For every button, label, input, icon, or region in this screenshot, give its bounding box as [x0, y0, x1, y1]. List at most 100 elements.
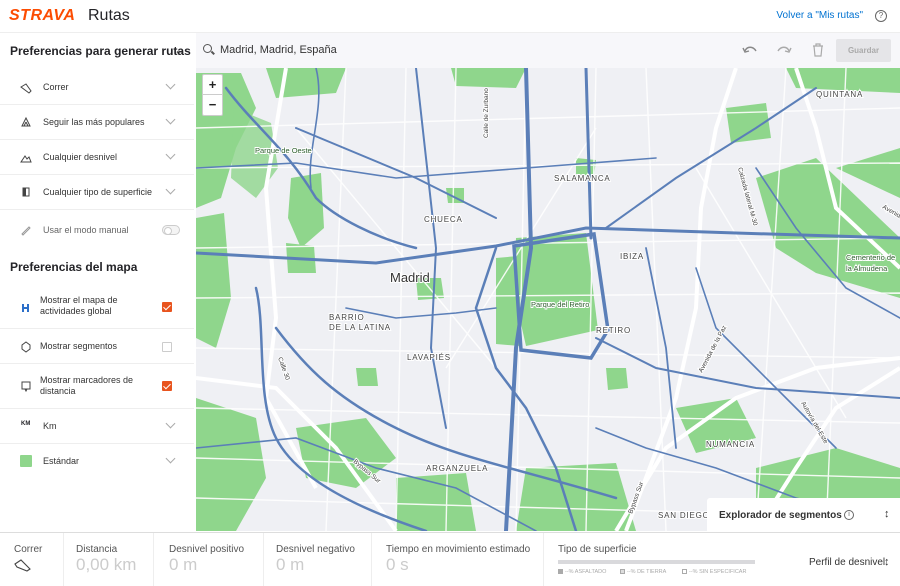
stat-value: 0,00 km: [76, 555, 137, 574]
search-bar: Madrid, Madrid, España Guardar: [196, 33, 900, 68]
map-canvas[interactable]: Madrid Parque de Oeste SALAMANCA CHUECA IBIZ…: [196, 68, 900, 531]
elevation-icon: [20, 155, 32, 163]
map-label: BARRIO: [329, 313, 364, 322]
map-style-icon: [20, 455, 32, 467]
zoom-in-button[interactable]: +: [203, 75, 222, 95]
map-label: Parque del Retiro: [531, 300, 589, 309]
shoe-icon: [14, 559, 31, 572]
surface-legend-paved: --% ASFALTADO: [558, 569, 606, 575]
route-pref-label: Cualquier tipo de superficie: [43, 187, 153, 197]
stat-value: 0 m: [169, 555, 198, 574]
chevron-down-icon: [165, 114, 176, 125]
map-label: Madrid: [390, 270, 430, 285]
elevation-profile-toggle[interactable]: Perfil de desnivel: [809, 557, 885, 568]
map-label: Parque de Oeste: [255, 146, 312, 155]
map-pref-label: Mostrar marcadores de distancia: [40, 375, 134, 396]
activity-type-stat[interactable]: Correr: [14, 533, 64, 586]
route-pref-popularity[interactable]: Seguir las más populares: [0, 105, 194, 140]
heat-icon: [21, 116, 31, 127]
manual-mode-label: Usar el modo manual: [43, 225, 129, 235]
map-label: SAN DIEGO: [658, 511, 710, 520]
chevron-down-icon: [165, 184, 176, 195]
surface-type-stat: Tipo de superficie --% ASFALTADO --% DE …: [558, 533, 758, 586]
route-preferences-title: Preferencias para generar rutas: [10, 44, 191, 58]
help-icon[interactable]: ?: [875, 10, 887, 22]
map-label: ARGANZUELA: [426, 464, 488, 473]
map-label: SALAMANCA: [554, 174, 611, 183]
search-input[interactable]: Madrid, Madrid, España: [220, 44, 337, 56]
segment-icon: [21, 341, 31, 353]
distance-stat: Distancia 0,00 km: [76, 533, 154, 586]
marker-icon: [21, 381, 31, 392]
stat-label: Tiempo en movimiento estimado: [386, 544, 531, 555]
route-pref-activity[interactable]: Correr: [0, 70, 194, 105]
trash-icon[interactable]: [811, 42, 825, 57]
stat-label: Distancia: [76, 544, 118, 555]
map-label: la Almudena: [846, 264, 888, 273]
manual-mode-row: Usar el modo manual: [0, 210, 194, 250]
map-label: Avenida: [881, 204, 900, 222]
chevron-down-icon: [165, 418, 176, 429]
map-pref-label: Mostrar el mapa de actividades global: [40, 295, 118, 316]
chevron-down-icon: [165, 149, 176, 160]
pencil-icon: [21, 226, 31, 236]
collapse-sidebar-arrow-icon[interactable]: ←: [174, 43, 186, 57]
stat-value: 0 m: [276, 555, 305, 574]
map-pref-label: Mostrar segmentos: [40, 341, 118, 351]
back-to-my-routes-link[interactable]: Volver a "Mis rutas": [776, 10, 863, 21]
route-pref-elevation[interactable]: Cualquier desnivel: [0, 140, 194, 175]
map-pref-segments[interactable]: Mostrar segmentos: [0, 329, 194, 364]
map-label: Calle 30: [276, 356, 291, 381]
surface-bar: [558, 560, 755, 564]
segment-explorer-label: Explorador de segmentos: [719, 510, 842, 521]
search-icon: [203, 44, 212, 53]
map-pref-distance-markers[interactable]: Mostrar marcadores de distancia: [0, 364, 194, 409]
segment-explorer-panel[interactable]: Explorador de segmentos i ↕: [707, 498, 900, 532]
map-label: IBIZA: [620, 252, 644, 261]
heatmap-icon: [22, 304, 29, 312]
expand-collapse-icon[interactable]: ↕: [884, 508, 890, 520]
map-label: Bypass Sur: [627, 480, 645, 514]
map-preferences-title: Preferencias del mapa: [10, 260, 138, 274]
surface-legend-unspecified: --% SIN ESPECIFICAR: [682, 569, 746, 575]
save-button[interactable]: Guardar: [836, 39, 891, 62]
chevron-down-icon: [165, 79, 176, 90]
map-label: DE LA LATINA: [329, 323, 391, 332]
strava-logo[interactable]: STRAVA: [9, 7, 75, 25]
map-style-label: Estándar: [43, 456, 80, 466]
stat-value: 0 s: [386, 555, 409, 574]
distance-markers-checkbox[interactable]: [162, 381, 172, 391]
segments-checkbox[interactable]: [162, 342, 172, 352]
map-label: CHUECA: [424, 215, 463, 224]
units-select[interactable]: KM Km: [0, 409, 194, 444]
map-label: Calzada lateral M-30: [736, 167, 758, 227]
zoom-out-button[interactable]: −: [203, 95, 222, 115]
map-label: LAVAPIÉS: [407, 353, 451, 362]
surface-legend-dirt: --% DE TIERRA: [620, 569, 666, 575]
surface-type-label: Tipo de superficie: [558, 544, 637, 555]
info-icon[interactable]: i: [844, 510, 854, 520]
shoe-icon: [20, 83, 32, 94]
moving-time-stat: Tiempo en movimiento estimado 0 s: [386, 533, 544, 586]
map-graphic: Madrid Parque de Oeste SALAMANCA CHUECA IBIZ…: [196, 68, 900, 531]
zoom-control: + −: [202, 74, 223, 116]
map-label: QUINTANA: [816, 90, 863, 99]
route-pref-label: Seguir las más populares: [43, 117, 145, 127]
map-pref-global-heatmap[interactable]: Mostrar el mapa de actividades global: [0, 287, 194, 329]
map-label: Avenida de la Paz: [698, 324, 729, 373]
route-pref-surface[interactable]: Cualquier tipo de superficie: [0, 175, 194, 210]
redo-icon[interactable]: [776, 44, 792, 56]
manual-mode-toggle[interactable]: [162, 225, 180, 235]
expand-collapse-icon[interactable]: ↕: [884, 556, 890, 568]
elevation-gain-stat: Desnivel positivo 0 m: [169, 533, 264, 586]
stat-label: Desnivel negativo: [276, 544, 355, 555]
global-heatmap-checkbox[interactable]: [162, 302, 172, 312]
map-label: RETIRO: [596, 326, 631, 335]
undo-icon[interactable]: [742, 44, 758, 56]
map-label: NUMANCIA: [706, 440, 755, 449]
elevation-loss-stat: Desnivel negativo 0 m: [276, 533, 372, 586]
top-bar: STRAVA Rutas Volver a "Mis rutas" ?: [0, 0, 900, 33]
route-stats-bar: Correr Distancia 0,00 km Desnivel positi…: [0, 532, 900, 586]
map-style-select[interactable]: Estándar: [0, 444, 194, 479]
stat-label: Desnivel positivo: [169, 544, 245, 555]
